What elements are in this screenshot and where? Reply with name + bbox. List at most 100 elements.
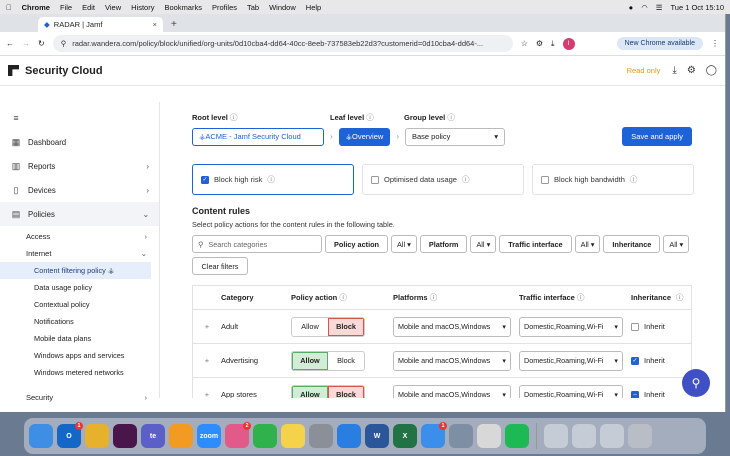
- finder-icon[interactable]: [29, 424, 53, 448]
- checkbox[interactable]: [371, 175, 379, 184]
- expand-row-icon[interactable]: +: [193, 356, 221, 365]
- outlook-icon[interactable]: O1: [57, 422, 83, 448]
- window-thumb-1-icon[interactable]: [544, 424, 568, 448]
- info-icon[interactable]: ⓘ: [577, 293, 585, 302]
- inherit-checkbox[interactable]: –: [631, 390, 639, 398]
- info-icon[interactable]: ⓘ: [339, 293, 347, 302]
- block-button[interactable]: Block: [328, 317, 364, 336]
- notes-icon[interactable]: [281, 424, 305, 448]
- back-icon[interactable]: ←: [6, 39, 14, 48]
- window-thumb-2-icon[interactable]: [572, 424, 596, 448]
- zoom-icon[interactable]: zoom: [197, 424, 221, 448]
- hamburger-icon[interactable]: ≡: [10, 113, 22, 123]
- menu-window[interactable]: Window: [269, 3, 296, 12]
- menu-tab[interactable]: Tab: [247, 3, 259, 12]
- jamf-icon[interactable]: [169, 424, 193, 448]
- brand[interactable]: Security Cloud: [8, 65, 103, 77]
- settings-gear-icon[interactable]: ⚙: [687, 65, 696, 76]
- menu-history[interactable]: History: [131, 3, 154, 12]
- expand-row-icon[interactable]: +: [193, 390, 221, 398]
- group-level-select[interactable]: Base policy ▾: [404, 127, 505, 146]
- wifi-icon[interactable]: ◠: [641, 3, 648, 12]
- filter-inheritance-select[interactable]: All ▾: [663, 235, 690, 253]
- url-field[interactable]: ⚲ radar.wandera.com/policy/block/unified…: [52, 35, 513, 52]
- sidebar-item-dashboard[interactable]: ▦ Dashboard: [0, 130, 159, 154]
- allow-button[interactable]: Allow: [292, 351, 328, 370]
- close-tab-icon[interactable]: ×: [153, 20, 157, 29]
- sidebar-leaf-windows-apps[interactable]: Windows apps and services: [0, 347, 159, 364]
- chat-help-button[interactable]: ⚲: [682, 369, 710, 397]
- sidebar-leaf-data-usage[interactable]: Data usage policy: [0, 279, 159, 296]
- spotify-icon[interactable]: [505, 424, 529, 448]
- apple-icon[interactable]: : [6, 3, 12, 12]
- download-report-icon[interactable]: ⤓: [672, 65, 676, 76]
- sidebar-item-policies[interactable]: ▤ Policies ⌄: [0, 202, 159, 226]
- info-icon[interactable]: ⓘ: [430, 293, 438, 302]
- chrome-icon[interactable]: [85, 424, 109, 448]
- bookmark-star-icon[interactable]: ☆: [521, 39, 528, 48]
- sidebar-sub-internet[interactable]: Internet ⌄: [0, 245, 159, 262]
- inherit-checkbox[interactable]: [631, 322, 639, 331]
- word-icon[interactable]: W: [365, 424, 389, 448]
- block-button[interactable]: Block: [328, 352, 364, 370]
- menu-edit[interactable]: Edit: [82, 3, 95, 12]
- teams-icon[interactable]: te: [141, 424, 165, 448]
- slack-icon[interactable]: [113, 424, 137, 448]
- sidebar-leaf-content-filtering[interactable]: Content filtering policy ⚶: [0, 262, 151, 279]
- menu-profiles[interactable]: Profiles: [212, 3, 237, 12]
- control-center-icon[interactable]: ☰: [656, 3, 663, 12]
- platforms-select[interactable]: Mobile and macOS,Windows ▾: [393, 384, 511, 398]
- menu-file[interactable]: File: [60, 3, 72, 12]
- mail-icon[interactable]: 1: [421, 422, 447, 448]
- sidebar-sub-access[interactable]: Access ›: [0, 228, 159, 245]
- sidebar-item-reports[interactable]: ▥ Reports ›: [0, 154, 159, 178]
- clock[interactable]: Tue 1 Oct 15:10: [670, 3, 724, 12]
- traffic-select[interactable]: Domestic,Roaming,Wi-Fi ▾: [519, 316, 623, 337]
- profile-avatar[interactable]: I: [562, 37, 575, 50]
- platforms-select[interactable]: Mobile and macOS,Windows ▾: [393, 350, 511, 371]
- reload-icon[interactable]: ↻: [38, 39, 45, 48]
- menu-bookmarks[interactable]: Bookmarks: [164, 3, 202, 12]
- new-chrome-button[interactable]: New Chrome available: [616, 37, 703, 50]
- platforms-select[interactable]: Mobile and macOS,Windows ▾: [393, 316, 511, 337]
- th-category[interactable]: Category: [221, 293, 291, 302]
- root-level-select[interactable]: ⚶ ACME - Jamf Security Cloud: [192, 127, 324, 146]
- menu-view[interactable]: View: [105, 3, 121, 12]
- menu-help[interactable]: Help: [306, 3, 321, 12]
- info-icon[interactable]: ⓘ: [366, 113, 374, 122]
- account-icon[interactable]: ◯: [706, 65, 717, 76]
- checkbox[interactable]: [541, 175, 549, 184]
- download-icon[interactable]: ⤓: [551, 39, 555, 49]
- extension-icon[interactable]: ⚙: [536, 39, 543, 48]
- textedit-icon[interactable]: [477, 424, 501, 448]
- sidebar-leaf-notifications[interactable]: Notifications: [0, 313, 159, 330]
- menubar-app[interactable]: Chrome: [22, 3, 50, 12]
- filter-traffic-select[interactable]: All ▾: [574, 235, 601, 253]
- traffic-select[interactable]: Domestic,Roaming,Wi-Fi ▾: [519, 350, 623, 371]
- forward-icon[interactable]: →: [22, 39, 30, 48]
- info-icon[interactable]: ⓘ: [462, 174, 470, 185]
- info-icon[interactable]: ⓘ: [267, 174, 275, 185]
- clear-filters-button[interactable]: Clear filters: [192, 257, 248, 275]
- info-icon[interactable]: ⓘ: [447, 113, 455, 122]
- sidebar-leaf-mobile-data-plans[interactable]: Mobile data plans: [0, 330, 159, 347]
- status-icon[interactable]: ●: [629, 3, 634, 12]
- info-icon[interactable]: ⓘ: [676, 292, 684, 303]
- sidebar-sub-security[interactable]: Security ›: [0, 389, 159, 406]
- preview-icon[interactable]: [449, 424, 473, 448]
- sidebar-leaf-contextual[interactable]: Contextual policy: [0, 296, 159, 313]
- photos-icon[interactable]: 2: [225, 422, 251, 448]
- settings-icon[interactable]: [309, 424, 333, 448]
- window-thumb-3-icon[interactable]: [600, 424, 624, 448]
- search-input[interactable]: ⚲ Search categories: [192, 235, 322, 253]
- chrome-menu-icon[interactable]: ⋮: [711, 39, 719, 48]
- leaf-level-button[interactable]: ⚶ Overview: [338, 127, 391, 146]
- expand-row-icon[interactable]: +: [193, 322, 221, 331]
- site-info-icon[interactable]: ⚲: [61, 39, 67, 48]
- sidebar-item-devices[interactable]: ▯ Devices ›: [0, 178, 159, 202]
- trash-icon[interactable]: [628, 424, 652, 448]
- filter-policy-action-select[interactable]: All ▾: [391, 235, 417, 253]
- card-block-high-risk[interactable]: ✓ Block high risk ⓘ: [192, 164, 354, 195]
- save-and-apply-button[interactable]: Save and apply: [622, 127, 692, 146]
- checkbox-checked[interactable]: ✓: [201, 175, 209, 184]
